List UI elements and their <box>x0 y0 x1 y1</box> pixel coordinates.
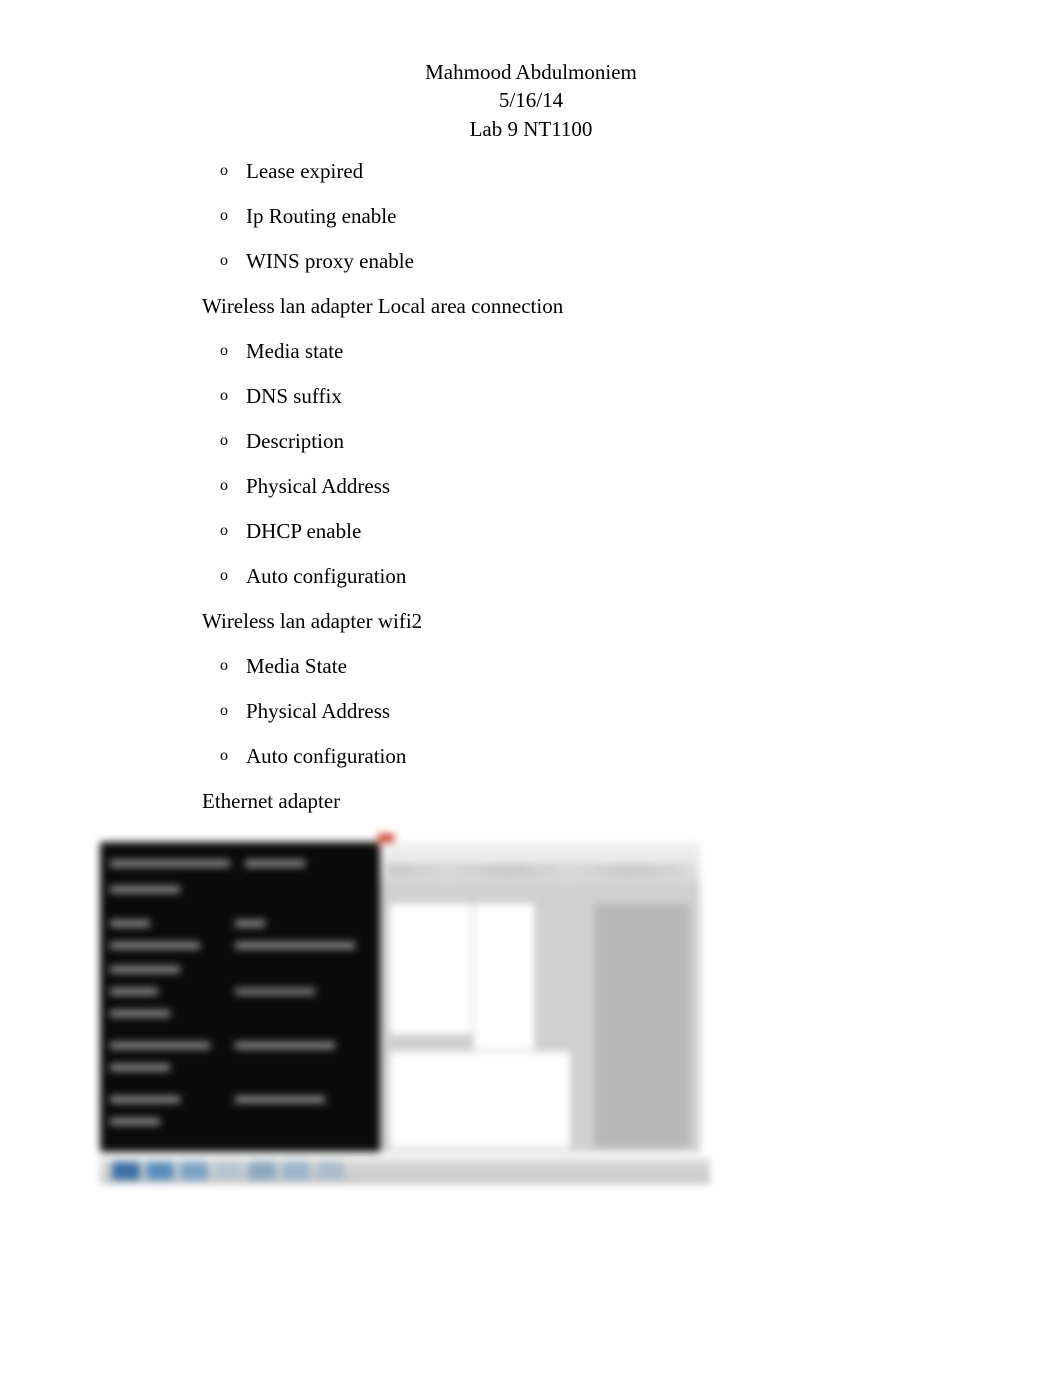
sub-bullet-marker: o <box>220 699 246 720</box>
section-1-sublist: o Media state o DNS suffix o Description… <box>220 339 962 589</box>
bullet-marker:  <box>168 789 202 811</box>
document-header: Mahmood Abdulmoniem 5/16/14 Lab 9 NT1100 <box>100 58 962 143</box>
document-date: 5/16/14 <box>100 86 962 114</box>
embedded-screenshot <box>100 834 710 1184</box>
author-name: Mahmood Abdulmoniem <box>100 58 962 86</box>
app-panel <box>474 904 534 1050</box>
sub-bullet-marker: o <box>220 564 246 585</box>
section-title: Ethernet adapter <box>202 789 962 814</box>
sub-bullet-marker: o <box>220 474 246 495</box>
list-item-text: Physical Address <box>246 474 962 499</box>
document-page: Mahmood Abdulmoniem 5/16/14 Lab 9 NT1100… <box>0 0 1062 1184</box>
list-item: o WINS proxy enable <box>220 249 962 274</box>
list-item-text: DNS suffix <box>246 384 962 409</box>
sub-bullet-marker: o <box>220 384 246 405</box>
list-item: o Physical Address <box>220 699 962 724</box>
list-item: o Ip Routing enable <box>220 204 962 229</box>
app-panel <box>390 904 472 1034</box>
list-item-text: Description <box>246 429 962 454</box>
section-title: Wireless lan adapter Local area connecti… <box>202 294 962 319</box>
app-panel <box>594 904 690 1148</box>
list-item: o Physical Address <box>220 474 962 499</box>
list-item: o Auto configuration <box>220 564 962 589</box>
bullet-marker:  <box>168 294 202 316</box>
list-item: o DHCP enable <box>220 519 962 544</box>
section-header:  Ethernet adapter <box>168 789 962 814</box>
list-item-text: Media state <box>246 339 962 364</box>
app-toolbar <box>380 842 700 882</box>
list-item: o DNS suffix <box>220 384 962 409</box>
bullet-marker:  <box>168 609 202 631</box>
application-window <box>380 842 700 1152</box>
list-item: o Auto configuration <box>220 744 962 769</box>
sub-bullet-marker: o <box>220 429 246 450</box>
section-2-sublist: o Media State o Physical Address o Auto … <box>220 654 962 769</box>
list-item-text: DHCP enable <box>246 519 962 544</box>
list-item-text: Auto configuration <box>246 564 962 589</box>
list-item: o Media state <box>220 339 962 364</box>
lab-title: Lab 9 NT1100 <box>100 115 962 143</box>
top-sublist: o Lease expired o Ip Routing enable o WI… <box>220 159 962 274</box>
terminal-window <box>100 842 380 1152</box>
list-item: o Media State <box>220 654 962 679</box>
section-title: Wireless lan adapter wifi2 <box>202 609 962 634</box>
sub-bullet-marker: o <box>220 654 246 675</box>
sub-bullet-marker: o <box>220 159 246 180</box>
section-header:  Wireless lan adapter wifi2 <box>168 609 962 634</box>
taskbar <box>100 1158 710 1184</box>
list-item-text: Lease expired <box>246 159 962 184</box>
sub-bullet-marker: o <box>220 339 246 360</box>
app-panel <box>390 1052 570 1148</box>
section-2:  Wireless lan adapter wifi2 <box>168 609 962 634</box>
section-1:  Wireless lan adapter Local area connec… <box>168 294 962 319</box>
sub-bullet-marker: o <box>220 204 246 225</box>
list-item-text: WINS proxy enable <box>246 249 962 274</box>
sub-bullet-marker: o <box>220 519 246 540</box>
sub-bullet-marker: o <box>220 744 246 765</box>
list-item: o Description <box>220 429 962 454</box>
section-3:  Ethernet adapter <box>168 789 962 814</box>
sub-bullet-marker: o <box>220 249 246 270</box>
list-item-text: Physical Address <box>246 699 962 724</box>
list-item-text: Auto configuration <box>246 744 962 769</box>
list-item-text: Ip Routing enable <box>246 204 962 229</box>
list-item-text: Media State <box>246 654 962 679</box>
list-item: o Lease expired <box>220 159 962 184</box>
section-header:  Wireless lan adapter Local area connec… <box>168 294 962 319</box>
